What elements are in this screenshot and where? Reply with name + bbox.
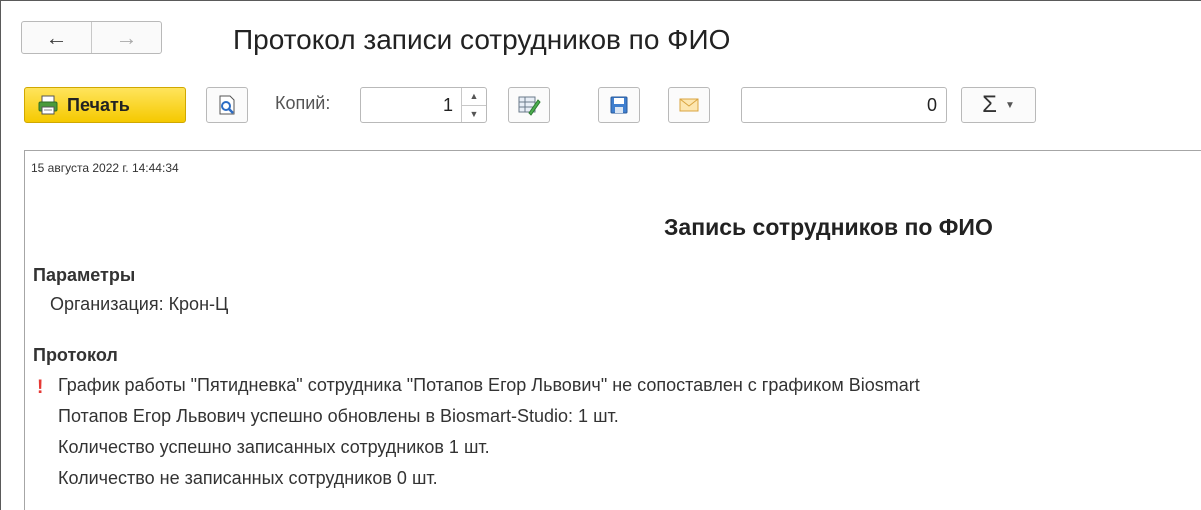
protocol-line: Количество успешно записанных сотруднико…	[58, 437, 490, 457]
copies-value[interactable]: 1	[361, 88, 461, 122]
copies-stepper[interactable]: ▲ ▼	[461, 88, 486, 122]
protocol-line: Количество не записанных сотрудников 0 ш…	[58, 468, 438, 488]
print-button-label: Печать	[67, 94, 130, 115]
stepper-up-icon[interactable]: ▲	[462, 88, 486, 106]
navigation-buttons: ← →	[21, 21, 162, 54]
params-heading: Параметры	[33, 265, 136, 285]
protocol-line: Потапов Егор Львович успешно обновлены в…	[58, 406, 619, 426]
window-title: Протокол записи сотрудников по ФИО	[233, 24, 731, 55]
sum-field[interactable]: 0	[741, 87, 947, 123]
copies-input[interactable]: 1 ▲ ▼	[360, 87, 487, 123]
email-button[interactable]	[668, 87, 710, 123]
sum-dropdown-button[interactable]: Σ ▼	[961, 87, 1036, 123]
warning-icon: !	[37, 377, 44, 398]
report-timestamp: 15 августа 2022 г. 14:44:34	[31, 161, 179, 175]
report-title: Запись сотрудников по ФИО	[664, 214, 993, 240]
sum-icon: Σ	[982, 91, 997, 118]
copies-label: Копий:	[275, 93, 331, 113]
edit-button[interactable]	[508, 87, 550, 123]
back-button[interactable]: ←	[22, 22, 92, 53]
organization-line: Организация: Крон-Ц	[50, 294, 229, 314]
save-button[interactable]	[598, 87, 640, 123]
print-button[interactable]: Печать	[24, 87, 186, 123]
preview-button[interactable]	[206, 87, 248, 123]
forward-button[interactable]: →	[92, 22, 161, 53]
chevron-down-icon: ▼	[1004, 99, 1015, 111]
edit-icon	[518, 96, 541, 116]
arrow-left-icon: ←	[45, 24, 68, 50]
save-icon	[610, 96, 628, 114]
preview-icon	[219, 95, 235, 115]
protocol-heading: Протокол	[33, 345, 118, 365]
email-icon	[679, 98, 699, 112]
protocol-line: График работы "Пятидневка" сотрудника "П…	[58, 375, 920, 395]
printer-icon	[38, 95, 58, 115]
arrow-right-icon: →	[115, 24, 138, 50]
stepper-down-icon[interactable]: ▼	[462, 106, 486, 123]
